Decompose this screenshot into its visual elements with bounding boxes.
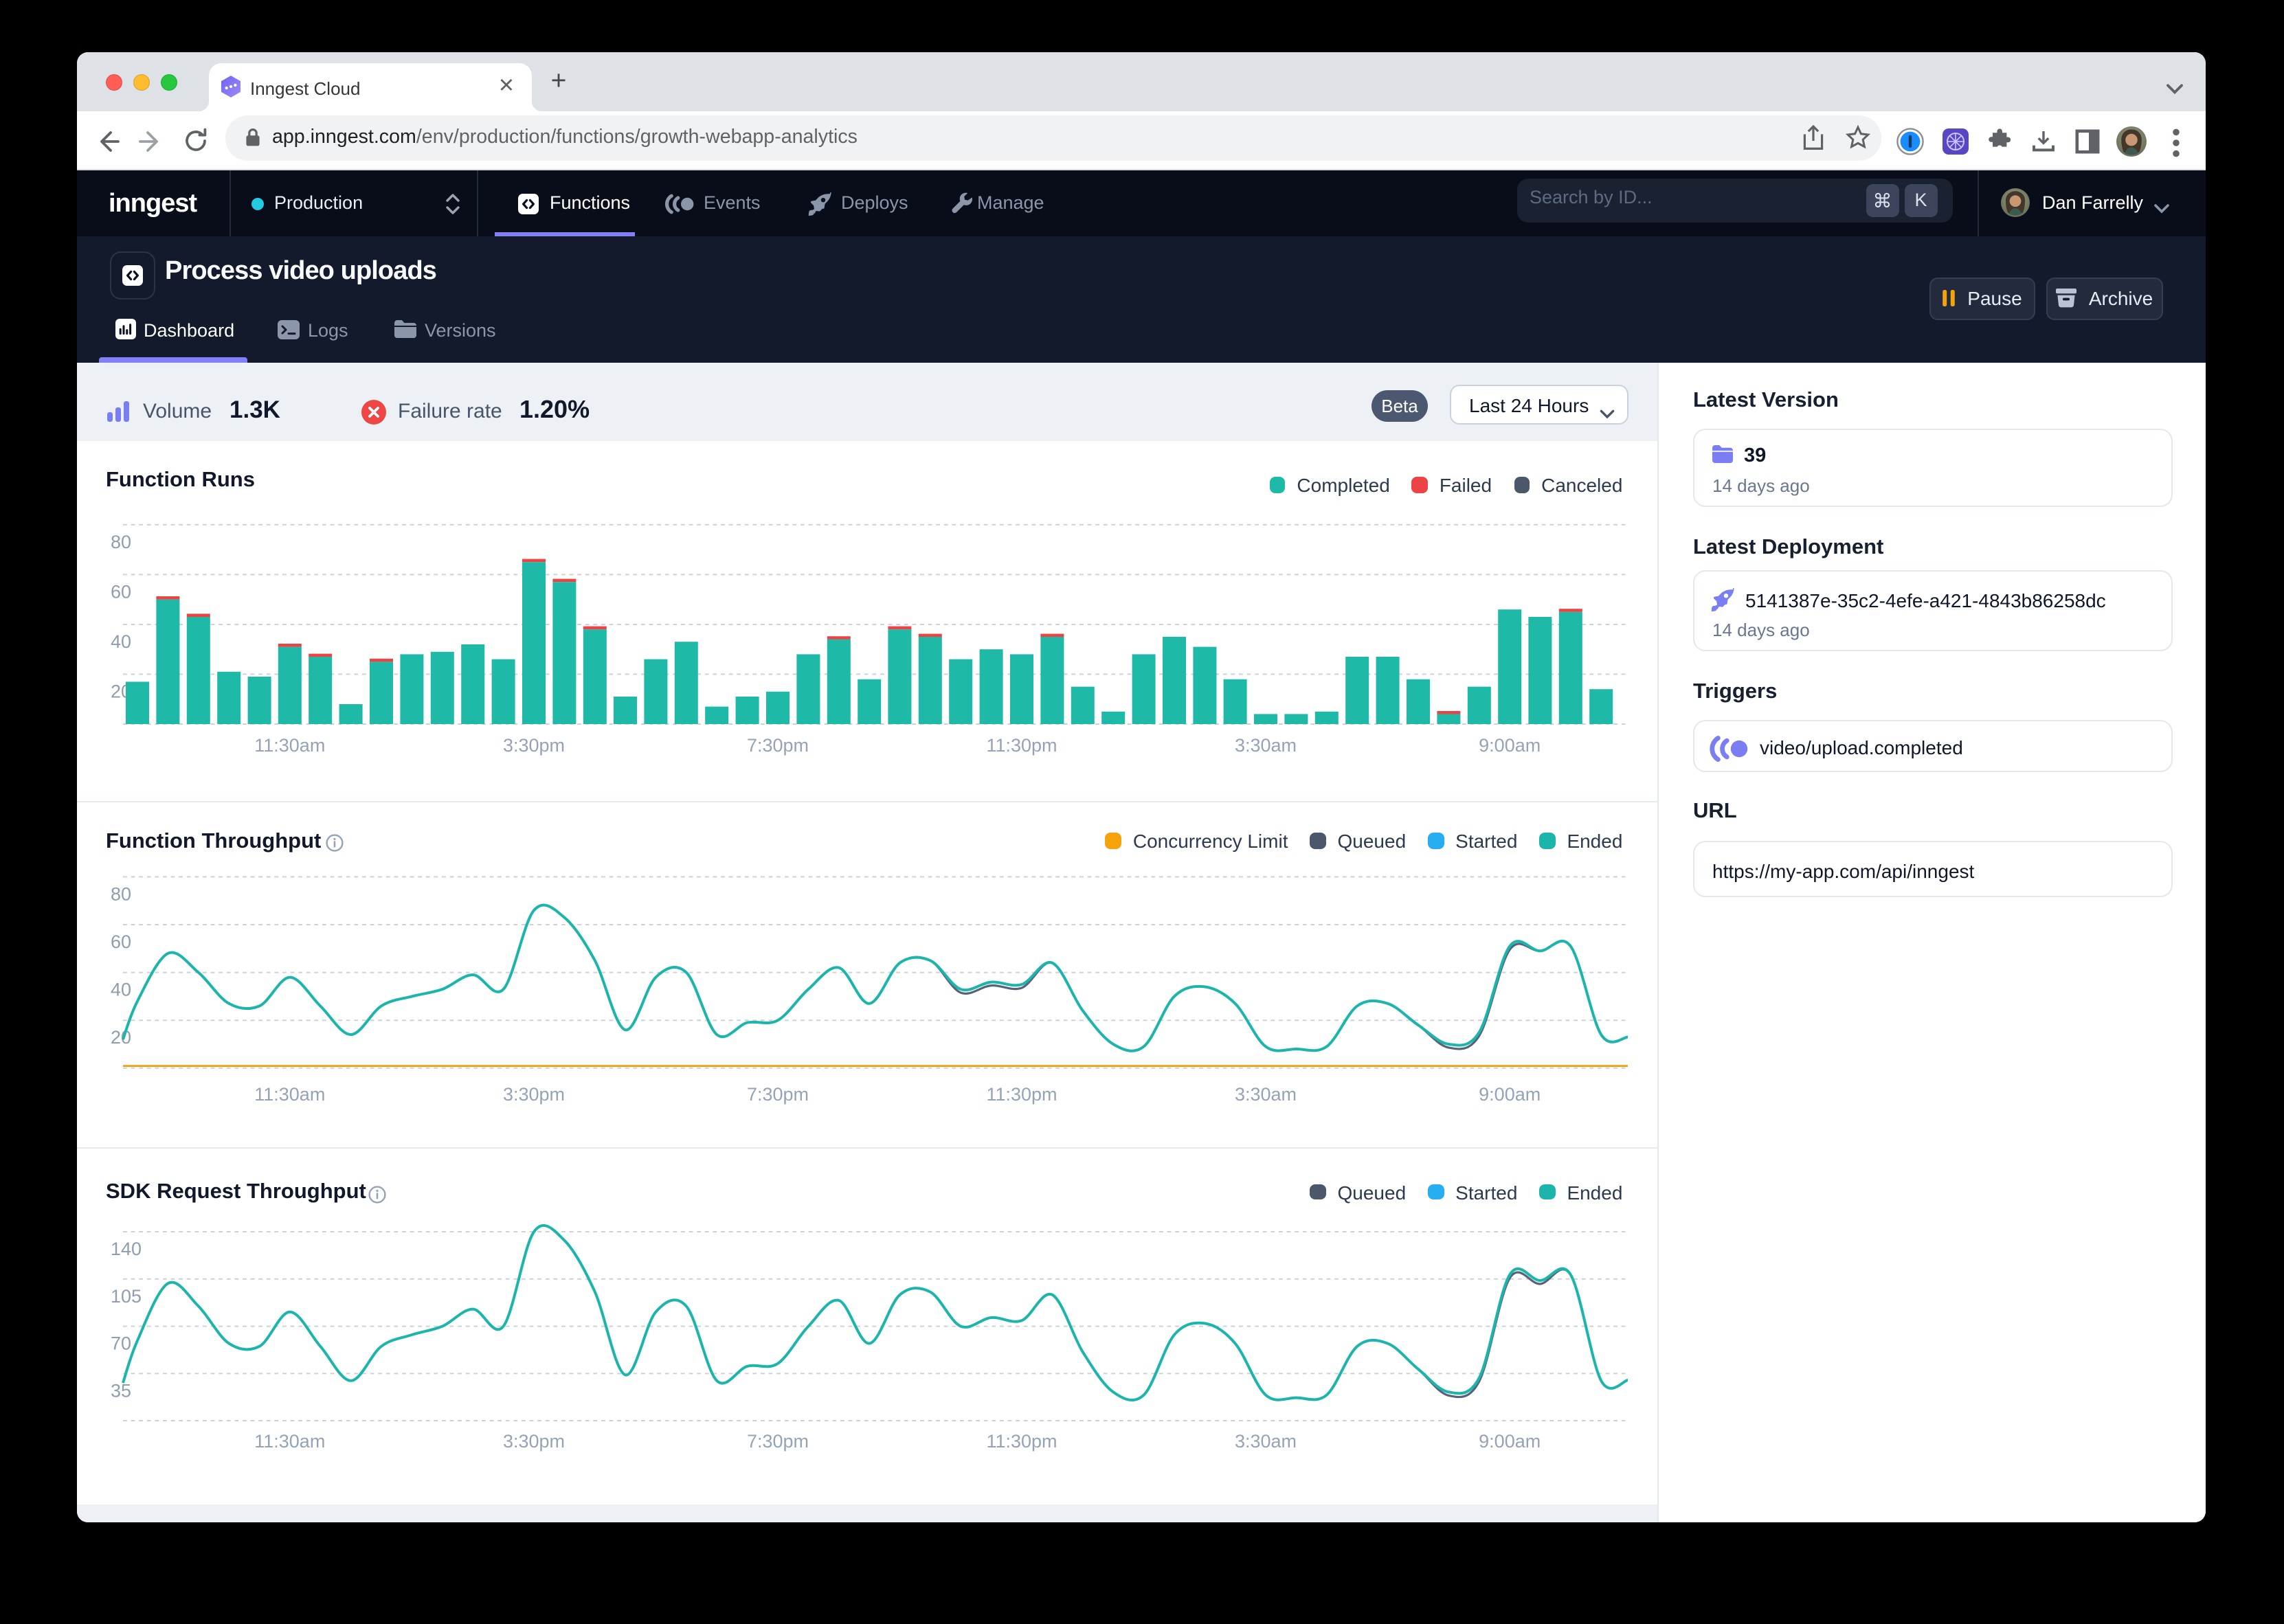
svg-text:9:00am: 9:00am [1479, 1431, 1541, 1452]
svg-text:140: 140 [111, 1239, 142, 1259]
svg-text:60: 60 [111, 580, 131, 601]
svg-text:70: 70 [111, 1333, 131, 1354]
svg-text:20: 20 [111, 1026, 131, 1047]
svg-text:11:30am: 11:30am [254, 734, 325, 755]
svg-text:9:00am: 9:00am [1479, 734, 1541, 755]
svg-text:40: 40 [111, 979, 131, 1000]
svg-text:35: 35 [111, 1380, 131, 1401]
svg-text:3:30pm: 3:30pm [503, 1083, 565, 1104]
svg-text:3:30pm: 3:30pm [503, 1431, 565, 1452]
svg-text:9:00am: 9:00am [1479, 1083, 1541, 1104]
svg-text:80: 80 [111, 883, 131, 903]
svg-text:7:30pm: 7:30pm [747, 1083, 809, 1104]
svg-text:11:30pm: 11:30pm [986, 1083, 1057, 1104]
svg-text:3:30pm: 3:30pm [503, 734, 565, 755]
svg-text:3:30am: 3:30am [1235, 1431, 1297, 1452]
svg-text:60: 60 [111, 931, 131, 951]
svg-text:11:30am: 11:30am [254, 1431, 325, 1452]
svg-text:40: 40 [111, 631, 131, 651]
svg-text:105: 105 [111, 1286, 142, 1307]
svg-text:11:30pm: 11:30pm [986, 1431, 1057, 1452]
svg-text:80: 80 [111, 531, 131, 552]
svg-text:3:30am: 3:30am [1235, 734, 1297, 755]
svg-text:3:30am: 3:30am [1235, 1083, 1297, 1104]
svg-text:7:30pm: 7:30pm [747, 1431, 809, 1452]
svg-text:11:30pm: 11:30pm [986, 734, 1057, 755]
svg-text:7:30pm: 7:30pm [747, 734, 809, 755]
svg-text:11:30am: 11:30am [254, 1083, 325, 1104]
